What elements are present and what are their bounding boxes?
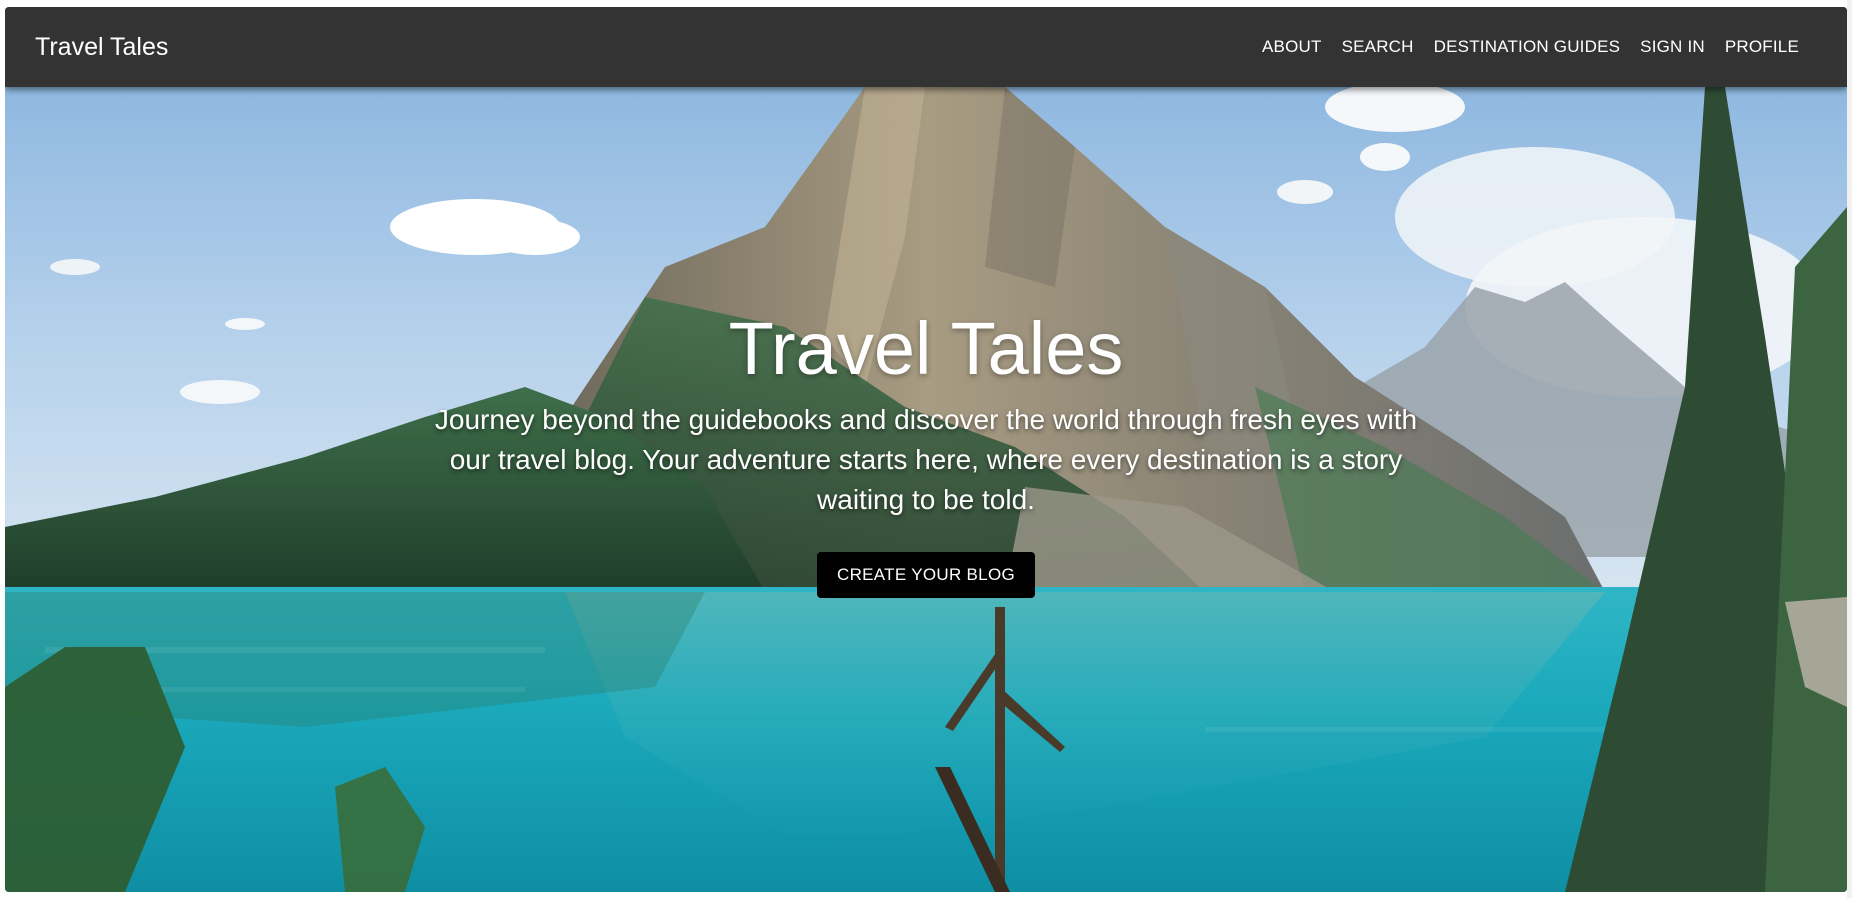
nav-link-search[interactable]: SEARCH [1332,37,1424,57]
hero-subtitle: Journey beyond the guidebooks and discov… [434,404,1418,515]
hero-section: Travel Tales Journey beyond the guideboo… [5,87,1847,892]
nav-link-sign-in[interactable]: SIGN IN [1630,37,1715,57]
page-frame: Travel Tales ABOUT SEARCH DESTINATION GU… [5,7,1847,892]
create-blog-button[interactable]: CREATE YOUR BLOG [817,552,1035,598]
hero-title: Travel Tales [728,307,1124,390]
page-scrollbar[interactable] [1847,0,1852,898]
brand-logo-link[interactable]: Travel Tales [35,7,168,87]
nav-links: ABOUT SEARCH DESTINATION GUIDES SIGN IN … [1252,7,1809,87]
nav-link-destination-guides[interactable]: DESTINATION GUIDES [1424,37,1631,57]
top-navbar: Travel Tales ABOUT SEARCH DESTINATION GU… [5,7,1847,87]
nav-link-profile[interactable]: PROFILE [1715,37,1809,57]
hero-content: Travel Tales Journey beyond the guideboo… [5,312,1847,598]
nav-link-about[interactable]: ABOUT [1252,37,1332,57]
